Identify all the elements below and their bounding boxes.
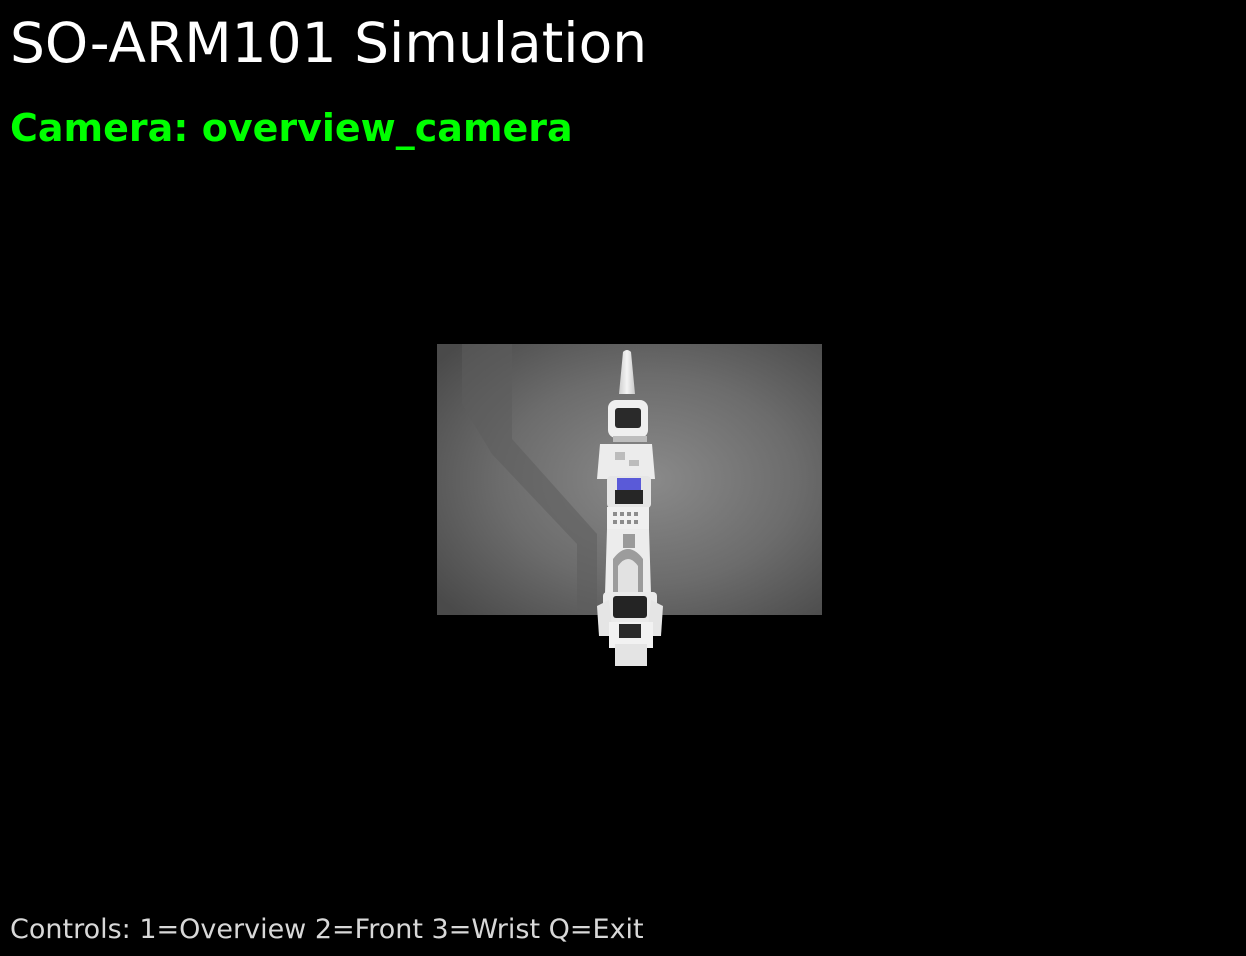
app-title: SO-ARM101 Simulation xyxy=(10,11,648,75)
camera-viewport[interactable] xyxy=(437,344,822,666)
camera-label: Camera: overview_camera xyxy=(10,106,573,150)
controls-help-text: Controls: 1=Overview 2=Front 3=Wrist Q=E… xyxy=(10,914,644,945)
robot-arm-render xyxy=(437,344,822,666)
